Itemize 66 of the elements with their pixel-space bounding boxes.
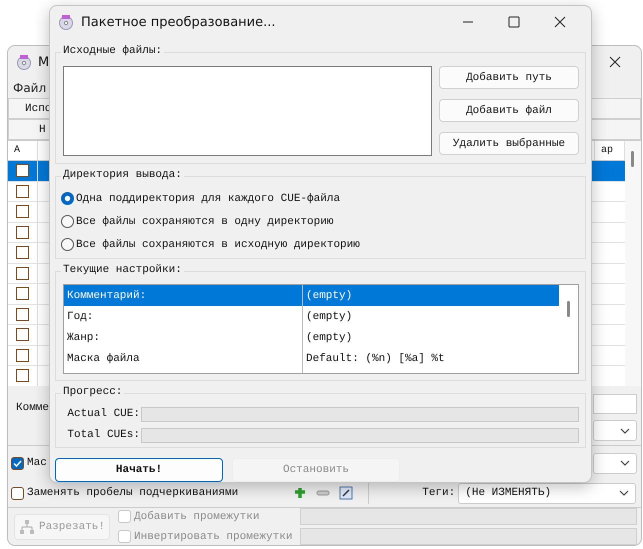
scrollbar[interactable] (625, 141, 641, 386)
chevron-icon (620, 460, 630, 466)
chevron-icon (620, 428, 630, 434)
group-label: Текущие настройки: (61, 264, 184, 276)
option-label: Добавить промежутки (134, 510, 260, 522)
group-label: Прогресс: (61, 386, 124, 398)
checkbox[interactable] (16, 184, 29, 198)
edit-icon[interactable] (339, 486, 354, 500)
radio-label: Все файлы сохраняются в одну директорию (76, 216, 334, 228)
minus-icon[interactable] (316, 490, 330, 496)
tags-dropdown[interactable]: (Не ИЗМЕНЯТЬ) (458, 482, 636, 504)
plus-icon[interactable] (293, 486, 308, 500)
checkbox[interactable] (16, 266, 29, 280)
dialog-title: Пакетное преобразование... (81, 14, 276, 30)
comment-field[interactable] (593, 394, 637, 414)
input-field[interactable] (300, 508, 637, 525)
option-label: Заменять пробелы подчеркиваниями (27, 487, 238, 499)
checkbox[interactable] (16, 205, 29, 218)
setting-name: Жанр: (66, 330, 102, 346)
checkbox[interactable] (16, 369, 29, 382)
checkbox[interactable] (11, 456, 24, 470)
action-button[interactable]: Добавить путь (439, 66, 579, 89)
progress-label: Total CUEs: (66, 429, 140, 441)
start-button[interactable]: Начать! (55, 458, 223, 482)
setting-value: (empty) (305, 310, 354, 324)
radio-label: Одна поддиректория для каждого CUE-файла (76, 192, 340, 204)
tags-label: Теги: (422, 487, 456, 499)
window-title: М (38, 54, 50, 70)
option-label: Инвертировать промежутки (134, 530, 292, 542)
progress-label: Actual CUE: (66, 408, 140, 420)
checkbox[interactable] (11, 486, 24, 500)
checkbox[interactable] (16, 308, 29, 321)
input-field[interactable] (300, 528, 637, 545)
checkbox[interactable] (16, 226, 29, 239)
checkbox[interactable] (16, 328, 29, 342)
action-button[interactable]: Удалить выбранные (439, 132, 579, 155)
radio-button[interactable] (61, 192, 74, 205)
chevron-icon (619, 490, 630, 496)
setting-name: Маска файла (66, 352, 141, 366)
group-label: Директория вывода: (61, 169, 184, 181)
settings-row[interactable]: Маска файла Default: (%n) [%a] %t (64, 348, 559, 369)
comment-label: Комме (16, 402, 50, 416)
setting-value: (empty) (305, 288, 354, 304)
settings-row[interactable]: Комментарий: (empty) (64, 285, 559, 306)
file-list[interactable] (63, 66, 432, 156)
menu-item[interactable]: Файл (13, 81, 46, 95)
checkbox[interactable] (16, 246, 29, 260)
setting-name: Год: (66, 310, 94, 324)
cd-icon (58, 14, 74, 30)
radio-label: Все файлы сохраняются в исходную директорию (76, 238, 360, 250)
column-header[interactable]: А (8, 141, 38, 160)
radio-button[interactable] (61, 238, 74, 251)
checkbox[interactable] (16, 164, 29, 178)
cd-icon (16, 54, 32, 70)
radio-button[interactable] (61, 215, 74, 228)
setting-value: Default: (%n) [%a] %t (305, 352, 446, 366)
setting-value: (empty) (305, 330, 354, 346)
group-label: Исходные файлы: (61, 45, 164, 57)
action-button[interactable]: Добавить файл (439, 99, 579, 122)
settings-row[interactable]: Жанр: (empty) (64, 327, 559, 348)
tree-icon (19, 518, 35, 534)
checkbox[interactable] (16, 287, 29, 300)
option-label: Мас (27, 457, 47, 469)
setting-name: Комментарий: (66, 288, 148, 304)
checkbox[interactable] (16, 348, 29, 362)
settings-row[interactable]: Год: (empty) (64, 306, 559, 327)
